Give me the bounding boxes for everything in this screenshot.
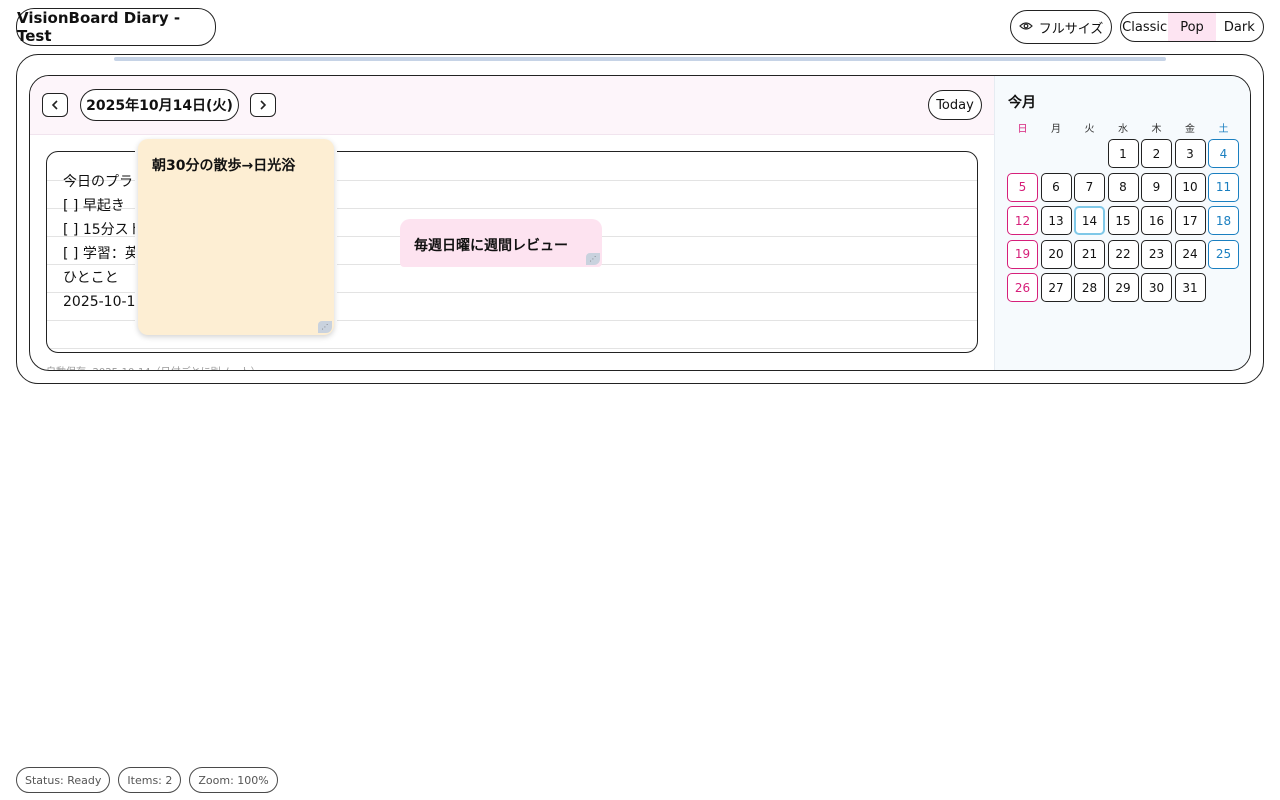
resize-handle-icon[interactable]: ⋰ — [318, 321, 332, 333]
calendar-title: 今月 — [1008, 95, 1036, 111]
fullsize-button[interactable]: フルサイズ — [1010, 10, 1112, 44]
date-display[interactable]: 2025年10月14日(火) — [80, 89, 239, 121]
note-lines: 今日のプラン [ ] 早起き [ ] 15分スト [ ] 学習：英 ひとこと 2… — [63, 170, 147, 314]
theme-dark[interactable]: Dark — [1216, 13, 1263, 41]
calendar-day[interactable]: 2 — [1141, 139, 1172, 168]
prev-day-button[interactable] — [42, 93, 68, 117]
calendar-day[interactable]: 13 — [1040, 206, 1072, 235]
note-line: [ ] 早起き — [63, 198, 125, 214]
calendar-day[interactable]: 22 — [1107, 239, 1139, 269]
calendar-day[interactable]: 30 — [1141, 273, 1172, 302]
diary-panel: 2025年10月14日(火) Today 今日のプラン [ ] 早起き [ ] … — [29, 75, 1251, 371]
today-button[interactable]: Today — [928, 90, 982, 120]
calendar-day[interactable]: 10 — [1174, 172, 1206, 202]
theme-pop[interactable]: Pop — [1168, 13, 1216, 41]
note-line: ひとこと — [63, 270, 119, 286]
calendar-day[interactable]: 7 — [1074, 172, 1105, 202]
month-calendar: 今月 日月火水木金土 1 2 3 4 5 6 7 8 9 10 11 12 13 14 15 16 17 18 19… — [994, 76, 1250, 370]
calendar-day[interactable]: 31 — [1174, 273, 1206, 302]
status-zoom: Zoom: 100% — [189, 767, 278, 793]
calendar-day[interactable]: 18 — [1208, 206, 1239, 235]
eye-icon — [1018, 20, 1033, 35]
calendar-day[interactable]: 20 — [1040, 239, 1072, 269]
calendar-day[interactable]: 27 — [1040, 273, 1072, 302]
status-state: Status: Ready — [16, 767, 111, 793]
calendar-day[interactable]: 15 — [1107, 206, 1139, 235]
note-line: [ ] 学習：英 — [63, 246, 139, 262]
calendar-weekday: 土 — [1218, 124, 1229, 135]
calendar-day-today[interactable]: 14 — [1074, 206, 1105, 235]
calendar-day[interactable]: 29 — [1107, 273, 1139, 302]
horizontal-scrollbar[interactable] — [114, 57, 1166, 61]
note-line: 2025-10-1 — [63, 294, 136, 310]
calendar-day[interactable]: 9 — [1141, 172, 1172, 202]
calendar-day[interactable]: 16 — [1141, 206, 1172, 235]
calendar-day[interactable]: 11 — [1208, 172, 1239, 202]
fullsize-label: フルサイズ — [1038, 21, 1104, 37]
resize-handle-icon[interactable]: ⋰ — [586, 253, 600, 265]
calendar-day[interactable]: 23 — [1141, 239, 1172, 269]
status-bar: Status: Ready Items: 2 Zoom: 100% — [16, 767, 278, 793]
note-line: 今日のプラン — [63, 174, 147, 190]
calendar-day[interactable]: 28 — [1074, 273, 1105, 302]
calendar-weekday: 水 — [1118, 124, 1128, 135]
next-day-button[interactable] — [250, 93, 276, 117]
calendar-day[interactable]: 26 — [1007, 273, 1038, 302]
calendar-day[interactable]: 4 — [1208, 139, 1239, 168]
chevron-right-icon — [260, 100, 267, 110]
calendar-weekday: 月 — [1051, 124, 1061, 135]
calendar-day[interactable]: 12 — [1007, 206, 1038, 235]
calendar-day[interactable]: 25 — [1208, 239, 1239, 269]
calendar-day[interactable]: 19 — [1007, 239, 1038, 269]
calendar-day[interactable]: 21 — [1074, 239, 1105, 269]
status-items: Items: 2 — [118, 767, 182, 793]
app-title: VisionBoard Diary - Test — [16, 8, 216, 46]
calendar-weekday: 火 — [1084, 124, 1095, 135]
calendar-weekdays: 日月火水木金土 — [1007, 120, 1242, 135]
sticky-note-text: 朝30分の散歩→日光浴 — [152, 158, 296, 174]
date-header: 2025年10月14日(火) Today — [30, 76, 994, 135]
chevron-left-icon — [51, 100, 58, 110]
calendar-grid: 1 2 3 4 5 6 7 8 9 10 11 12 13 14 15 16 17 18 19 20 21 22 23 24 2… — [1007, 139, 1242, 304]
theme-switcher: Classic Pop Dark — [1120, 12, 1264, 42]
sticky-note-text: 毎週日曜に週間レビュー — [414, 238, 568, 254]
calendar-weekday: 日 — [1017, 124, 1028, 135]
calendar-day[interactable]: 8 — [1107, 172, 1139, 202]
calendar-day[interactable]: 5 — [1007, 172, 1038, 202]
theme-classic[interactable]: Classic — [1121, 13, 1168, 41]
calendar-day[interactable]: 17 — [1174, 206, 1206, 235]
calendar-day[interactable]: 6 — [1040, 172, 1072, 202]
sticky-note[interactable]: 毎週日曜に週間レビュー ⋰ — [400, 219, 602, 267]
calendar-day[interactable]: 24 — [1174, 239, 1206, 269]
calendar-day[interactable]: 1 — [1107, 139, 1139, 168]
autosave-status: 自動保存: 2025-10-14（日付ごとに別ノート） — [46, 363, 261, 370]
note-line: [ ] 15分スト — [63, 222, 143, 238]
calendar-weekday: 木 — [1151, 124, 1162, 135]
sticky-note[interactable]: 朝30分の散歩→日光浴 ⋰ — [138, 139, 334, 335]
calendar-day[interactable]: 3 — [1174, 139, 1206, 168]
calendar-weekday: 金 — [1185, 124, 1195, 135]
